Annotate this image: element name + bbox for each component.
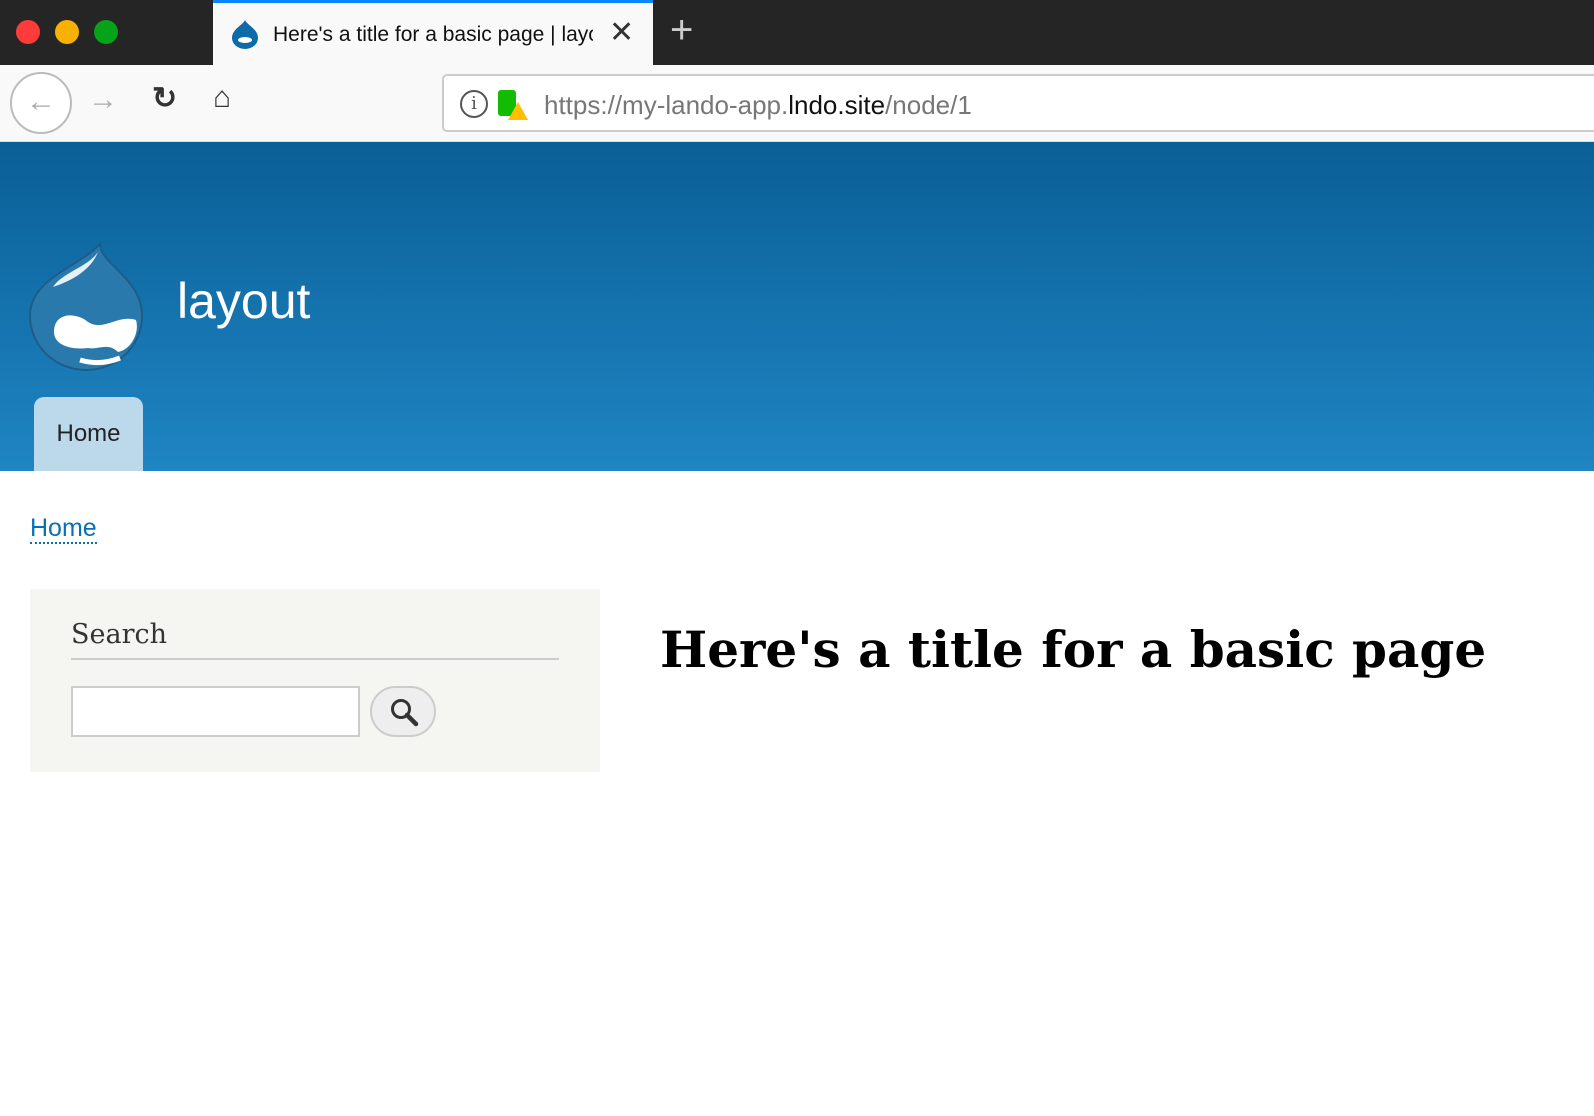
search-block: Search: [30, 589, 600, 772]
site-name[interactable]: layout: [177, 272, 310, 330]
info-icon[interactable]: i: [460, 90, 488, 118]
search-block-title: Search: [71, 619, 559, 660]
home-icon[interactable]: ⌂: [213, 81, 231, 115]
search-input[interactable]: [71, 686, 360, 737]
warning-icon: [508, 102, 528, 120]
close-tab-icon[interactable]: ✕: [609, 15, 634, 50]
browser-navbar: ← → ↻ ⌂ i https://my-lando-app.lndo.site…: [0, 65, 1594, 142]
url-text[interactable]: https://my-lando-app.lndo.site/node/1: [544, 90, 972, 121]
minimize-window-button[interactable]: [55, 20, 79, 44]
new-tab-icon[interactable]: +: [670, 8, 693, 53]
breadcrumb-home-link[interactable]: Home: [30, 514, 97, 544]
page-title: Here's a title for a basic page: [660, 620, 1487, 679]
search-icon: [391, 699, 419, 727]
maximize-window-button[interactable]: [94, 20, 118, 44]
url-bar[interactable]: i https://my-lando-app.lndo.site/node/1: [442, 74, 1594, 132]
nav-tab-home[interactable]: Home: [34, 397, 143, 471]
forward-arrow-icon[interactable]: →: [88, 83, 118, 117]
tab-title: Here's a title for a basic page | layout: [273, 23, 593, 46]
drupal-logo-icon: [28, 242, 144, 371]
browser-titlebar: Here's a title for a basic page | layout…: [0, 0, 1594, 65]
back-arrow-icon[interactable]: ←: [10, 72, 72, 134]
browser-tab[interactable]: Here's a title for a basic page | layout…: [213, 0, 653, 65]
site-header: layout Home: [0, 142, 1594, 471]
drupal-favicon-icon: [232, 20, 258, 49]
reload-icon[interactable]: ↻: [152, 81, 177, 116]
search-button[interactable]: [370, 686, 436, 737]
close-window-button[interactable]: [16, 20, 40, 44]
